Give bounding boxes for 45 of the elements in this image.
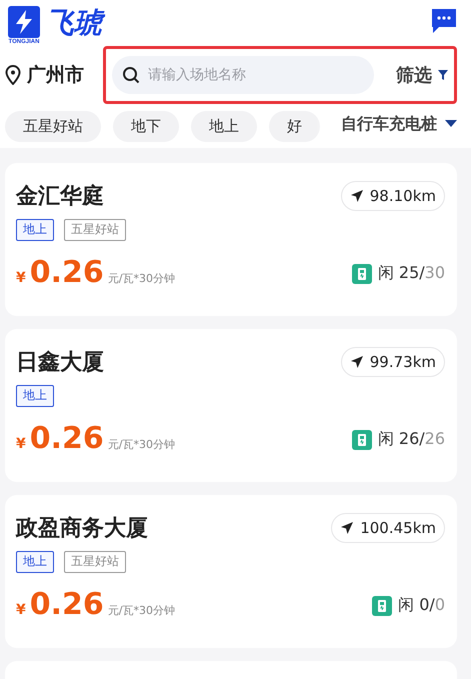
filter-chip[interactable]: 地下 xyxy=(113,110,179,142)
station-tag: 五星好站 xyxy=(64,219,126,241)
availability-count: 闲 0/0 xyxy=(398,595,445,616)
filter-chip[interactable]: 五星好站 xyxy=(5,110,101,142)
filter-chip[interactable]: 地上 xyxy=(191,110,257,142)
station-tag: 地上 xyxy=(16,551,54,573)
currency-sign: ¥ xyxy=(16,602,26,618)
price-value: 0.26 xyxy=(30,255,104,290)
search-icon xyxy=(122,66,140,84)
price-unit: 元/瓦*30分钟 xyxy=(108,437,175,452)
availability-count: 闲 26/26 xyxy=(378,429,445,450)
filter-chip[interactable]: 好 xyxy=(269,110,320,142)
city-selector[interactable]: 广州市 xyxy=(27,62,84,88)
price-unit: 元/瓦*30分钟 xyxy=(108,603,175,618)
navigation-arrow-icon xyxy=(340,521,354,535)
station-tag: 地上 xyxy=(16,385,54,407)
distance-badge: 98.10km xyxy=(340,181,445,211)
funnel-icon xyxy=(438,69,448,81)
station-name: 日鑫大厦 xyxy=(16,349,104,377)
navigation-arrow-icon xyxy=(350,355,364,369)
filter-button[interactable]: 筛选 xyxy=(396,63,448,87)
station-card[interactable]: 政盈商务大厦 100.45km 地上 五星好站 ¥0.26 元/瓦*30分钟 闲 0/0 xyxy=(5,495,457,648)
charger-icon xyxy=(352,264,372,284)
station-tag: 五星好站 xyxy=(64,551,126,573)
distance-badge: 99.73km xyxy=(340,347,445,377)
charger-icon xyxy=(352,430,372,450)
price-value: 0.26 xyxy=(30,421,104,456)
location-pin-icon[interactable] xyxy=(5,65,21,85)
price-value: 0.26 xyxy=(30,587,104,622)
navigation-arrow-icon xyxy=(350,189,364,203)
currency-sign: ¥ xyxy=(16,270,26,286)
station-name: 政盈商务大厦 xyxy=(16,515,148,543)
distance-badge: 100.45km xyxy=(331,513,445,543)
station-card[interactable]: 日鑫大厦 99.73km 地上 ¥0.26 元/瓦*30分钟 闲 26/26 xyxy=(5,329,457,482)
logo-icon xyxy=(8,6,40,38)
availability-count: 闲 25/30 xyxy=(378,263,445,284)
caret-icon xyxy=(445,120,457,128)
chat-icon[interactable] xyxy=(431,8,457,34)
category-dropdown[interactable]: 自行车充电桩 xyxy=(331,104,471,144)
charger-icon xyxy=(372,596,392,616)
currency-sign: ¥ xyxy=(16,436,26,452)
price-unit: 元/瓦*30分钟 xyxy=(108,271,175,286)
station-name: 金汇华庭 xyxy=(16,182,104,211)
station-tag: 地上 xyxy=(16,219,54,241)
station-card[interactable]: 金汇华庭 98.10km 地上 五星好站 ¥0.26 元/瓦*30分钟 闲 25/30 xyxy=(5,163,457,316)
